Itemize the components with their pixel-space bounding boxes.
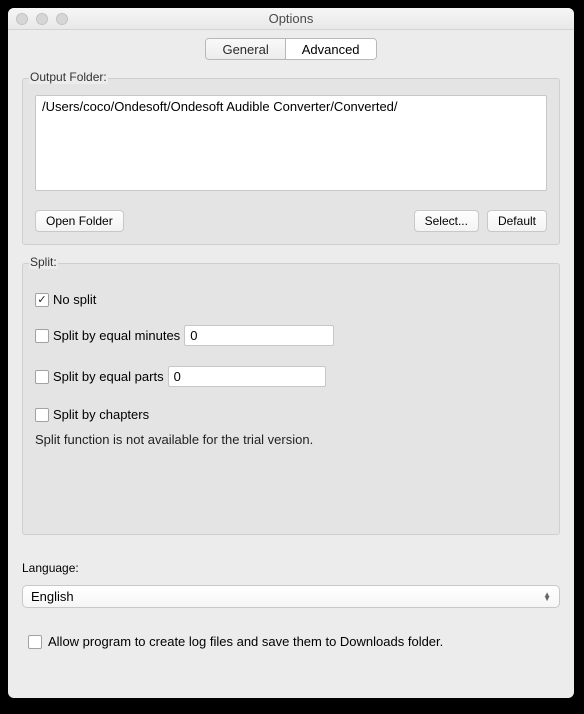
folder-buttons: Open Folder Select... Default	[35, 210, 547, 232]
titlebar: Options	[8, 8, 574, 30]
split-trial-note: Split function is not available for the …	[35, 432, 547, 447]
split-chapters-checkbox[interactable]	[35, 408, 49, 422]
tab-bar: General Advanced	[8, 30, 574, 60]
traffic-lights	[16, 13, 68, 25]
zoom-icon[interactable]	[56, 13, 68, 25]
log-label: Allow program to create log files and sa…	[48, 634, 443, 649]
chevron-updown-icon: ▲▼	[543, 593, 551, 601]
split-parts-checkbox[interactable]	[35, 370, 49, 384]
open-folder-button[interactable]: Open Folder	[35, 210, 124, 232]
select-folder-button[interactable]: Select...	[414, 210, 479, 232]
close-icon[interactable]	[16, 13, 28, 25]
content-area: Output Folder: Open Folder Select... Def…	[8, 78, 574, 622]
log-option-row: Allow program to create log files and sa…	[8, 622, 574, 649]
default-folder-button[interactable]: Default	[487, 210, 547, 232]
tab-segment: General Advanced	[205, 38, 376, 60]
split-chapters-label: Split by chapters	[53, 407, 149, 422]
split-minutes-input[interactable]	[184, 325, 334, 346]
output-folder-path[interactable]	[35, 95, 547, 191]
split-group: Split: No split Split by equal minutes S…	[22, 263, 560, 535]
tab-general[interactable]: General	[206, 39, 285, 59]
language-label: Language:	[22, 561, 560, 575]
no-split-checkbox[interactable]	[35, 293, 49, 307]
no-split-label: No split	[53, 292, 96, 307]
language-select[interactable]: English ▲▼	[22, 585, 560, 608]
split-minutes-label: Split by equal minutes	[53, 328, 180, 343]
window-title: Options	[8, 11, 574, 26]
log-checkbox[interactable]	[28, 635, 42, 649]
output-folder-label: Output Folder:	[29, 70, 108, 84]
split-parts-input[interactable]	[168, 366, 326, 387]
split-minutes-checkbox[interactable]	[35, 329, 49, 343]
minimize-icon[interactable]	[36, 13, 48, 25]
options-window: Options General Advanced Output Folder: …	[8, 8, 574, 698]
language-selected: English	[31, 589, 74, 604]
tab-advanced[interactable]: Advanced	[286, 39, 376, 59]
split-parts-label: Split by equal parts	[53, 369, 164, 384]
language-group: Language: English ▲▼	[22, 561, 560, 608]
split-label: Split:	[29, 255, 58, 269]
output-folder-group: Output Folder: Open Folder Select... Def…	[22, 78, 560, 245]
